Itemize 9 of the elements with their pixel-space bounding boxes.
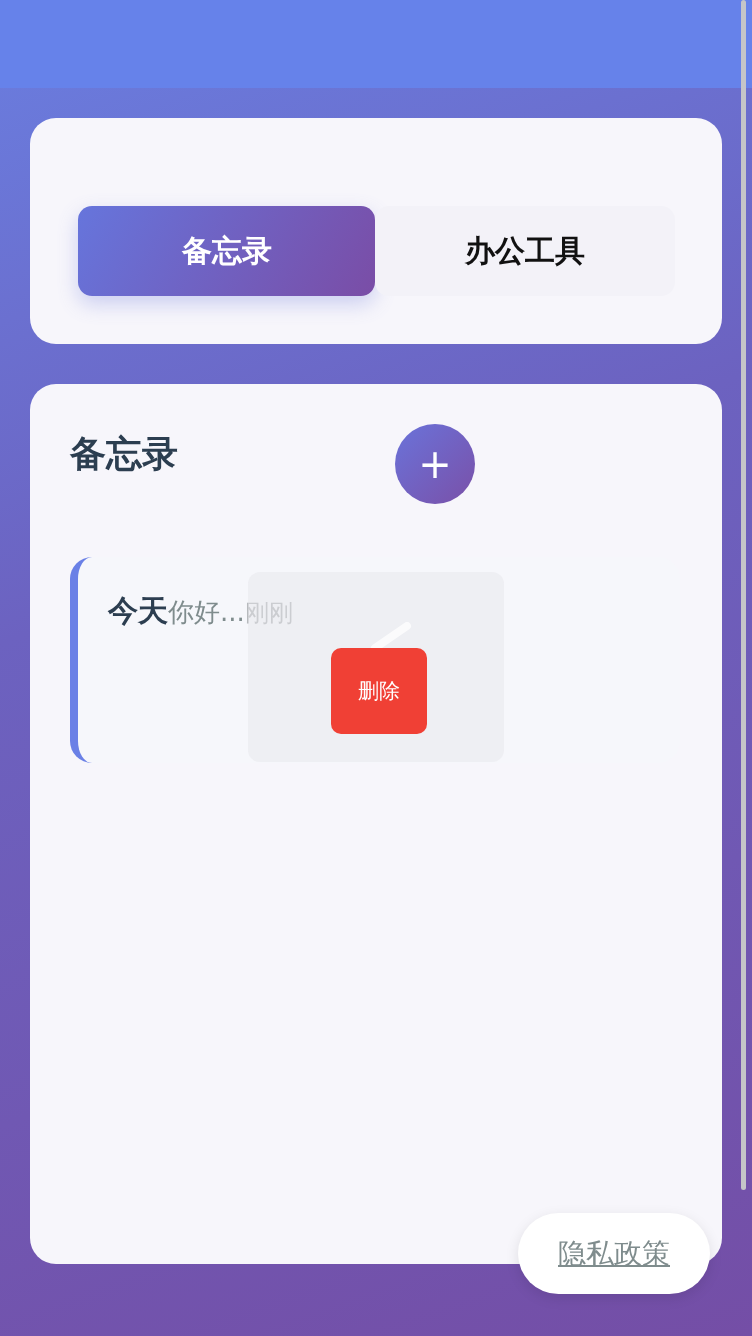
tab[interactable]: 办公工具 bbox=[375, 206, 675, 296]
privacy-link[interactable]: 隐私政策 bbox=[518, 1213, 710, 1294]
note-title: 今天 bbox=[108, 592, 168, 630]
delete-button[interactable]: 删除 bbox=[331, 648, 427, 734]
add-button[interactable]: + bbox=[395, 424, 475, 504]
tab[interactable]: 备忘录 bbox=[78, 206, 375, 296]
note-preview: 你好... bbox=[168, 596, 245, 629]
scrollbar[interactable] bbox=[741, 0, 746, 1190]
section-title: 备忘录 bbox=[70, 432, 179, 476]
